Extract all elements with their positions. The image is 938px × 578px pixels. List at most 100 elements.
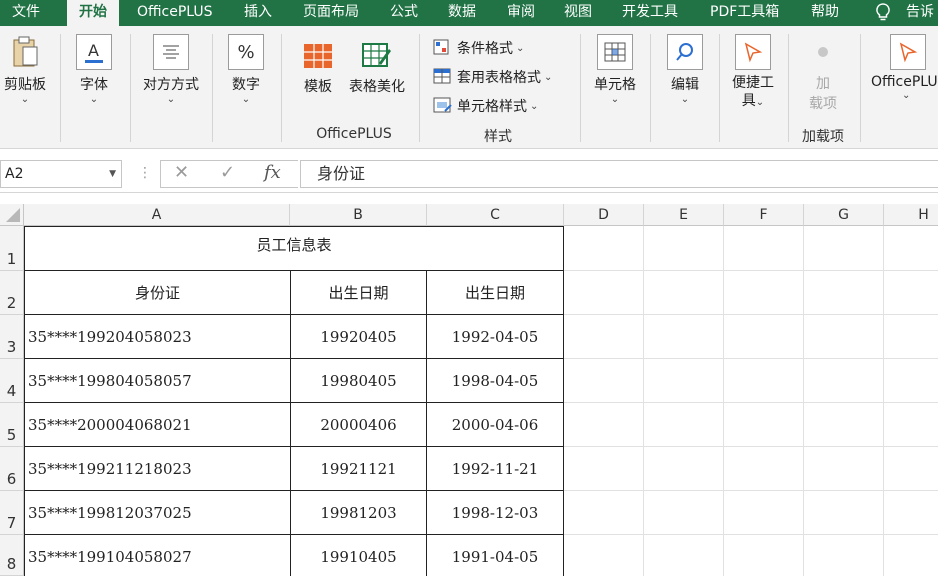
cell-birth-number[interactable]: 19980405 [291, 359, 426, 402]
chevron-down-icon: ⌄ [755, 97, 765, 108]
table-title[interactable]: 员工信息表 [25, 227, 563, 270]
tab-data[interactable]: 数据 [448, 0, 476, 26]
header-birth-date-formatted[interactable]: 出生日期 [427, 271, 563, 314]
cell-birth-date[interactable]: 1998-04-05 [427, 359, 563, 402]
tab-page-layout[interactable]: 页面布局 [303, 0, 359, 26]
header-id-card[interactable]: 身份证 [25, 271, 290, 314]
row-header-8[interactable]: 8 [0, 535, 24, 576]
name-box[interactable]: A2 ▼ [0, 160, 122, 188]
row-header-4[interactable]: 4 [0, 359, 24, 403]
format-as-table-icon [433, 68, 453, 86]
format-as-table-button[interactable]: 套用表格格式 ⌄ [433, 67, 552, 87]
table-border [563, 226, 564, 576]
header-birth-date[interactable]: 出生日期 [291, 271, 426, 314]
group-separator [212, 34, 213, 142]
column-header-a[interactable]: A [24, 204, 290, 226]
tab-review[interactable]: 审阅 [507, 0, 535, 26]
quick-tools-label-line2: 具 [741, 93, 756, 109]
insert-function-icon[interactable]: fx [264, 162, 281, 183]
table-beautify-label: 表格美化 [349, 79, 405, 95]
alignment-button[interactable]: 对方方式 ⌄ [138, 34, 204, 105]
chevron-down-icon: ⌄ [902, 90, 911, 101]
cell-id[interactable]: 35****200004068021 [28, 403, 290, 446]
cell-id[interactable]: 35****199804058057 [28, 359, 290, 402]
tab-help[interactable]: 帮助 [811, 0, 839, 26]
row-header-5[interactable]: 5 [0, 403, 24, 447]
formula-input[interactable]: 身份证 [300, 160, 938, 188]
column-header-b[interactable]: B [290, 204, 427, 226]
more-options-icon[interactable]: ⋮ [138, 165, 152, 181]
cell-birth-number[interactable]: 19981203 [291, 491, 426, 534]
officeplus-addin-button[interactable]: OfficePLU ⌄ [866, 34, 938, 101]
quick-tools-icon [735, 34, 771, 70]
tab-officeplus[interactable]: OfficePLUS [137, 0, 213, 26]
column-header-h[interactable]: H [884, 204, 938, 226]
cells-button[interactable]: 单元格 ⌄ [590, 34, 640, 105]
tab-formulas[interactable]: 公式 [390, 0, 418, 26]
cell-birth-number[interactable]: 20000406 [291, 403, 426, 446]
cell-id[interactable]: 35****199104058027 [28, 535, 290, 578]
lightbulb-icon[interactable] [874, 2, 892, 26]
chevron-down-icon: ⌄ [20, 94, 30, 105]
cell-id[interactable]: 35****199812037025 [28, 491, 290, 534]
group-separator [580, 34, 581, 142]
row-header-2[interactable]: 2 [0, 271, 24, 315]
cell-id[interactable]: 35****199211218023 [28, 447, 290, 490]
column-header-g[interactable]: G [804, 204, 884, 226]
addin-label: 加 [816, 76, 830, 92]
officeplus-icon [890, 34, 926, 70]
cell-styles-button[interactable]: 单元格样式 ⌄ [433, 96, 538, 116]
template-icon [301, 40, 335, 72]
gridline [564, 314, 938, 315]
font-button[interactable]: A 字体 ⌄ [70, 34, 118, 105]
chevron-down-icon[interactable]: ▼ [109, 161, 116, 187]
tab-pdf-toolbox[interactable]: PDF工具箱 [710, 0, 779, 26]
table-beautify-icon [360, 40, 394, 72]
cell-birth-date[interactable]: 1992-04-05 [427, 315, 563, 358]
cell-birth-date[interactable]: 1998-12-03 [427, 491, 563, 534]
chevron-down-icon: ⌄ [610, 94, 620, 105]
gridline [723, 226, 724, 576]
cell-id[interactable]: 35****199204058023 [28, 315, 290, 358]
row-header-1[interactable]: 1 [0, 226, 24, 271]
cell-birth-number[interactable]: 19910405 [291, 535, 426, 578]
cell-birth-date[interactable]: 1992-11-21 [427, 447, 563, 490]
tab-file[interactable]: 文件 [12, 0, 40, 26]
cancel-icon[interactable]: ✕ [174, 162, 189, 183]
column-header-f[interactable]: F [724, 204, 804, 226]
group-separator [719, 34, 720, 142]
column-header-d[interactable]: D [564, 204, 644, 226]
chevron-down-icon: ⌄ [166, 94, 176, 105]
conditional-format-button[interactable]: 条件格式 ⌄ [433, 38, 524, 58]
cell-birth-date[interactable]: 1991-04-05 [427, 535, 563, 578]
tab-insert[interactable]: 插入 [244, 0, 272, 26]
table-beautify-button[interactable]: 表格美化 [344, 40, 410, 96]
row-header-7[interactable]: 7 [0, 491, 24, 535]
gridline [564, 402, 938, 403]
tell-me-label[interactable]: 告诉 [906, 0, 934, 26]
clipboard-button[interactable]: 剪贴板 ⌄ [0, 34, 50, 105]
tab-home[interactable]: 开始 [67, 0, 119, 26]
tab-view[interactable]: 视图 [564, 0, 592, 26]
select-all-corner[interactable] [0, 204, 24, 226]
confirm-icon[interactable]: ✓ [220, 162, 235, 183]
column-header-e[interactable]: E [644, 204, 724, 226]
column-header-c[interactable]: C [427, 204, 564, 226]
row-header-3[interactable]: 3 [0, 315, 24, 359]
cell-birth-number[interactable]: 19921121 [291, 447, 426, 490]
tab-developer[interactable]: 开发工具 [622, 0, 678, 26]
cell-birth-number[interactable]: 19920405 [291, 315, 426, 358]
addin-button[interactable]: 加 载项 [798, 34, 848, 114]
gridline [564, 270, 938, 271]
format-as-table-label: 套用表格格式 [457, 70, 541, 86]
gridline [564, 446, 938, 447]
quick-tools-button[interactable]: 便捷工 具⌄ [726, 34, 780, 112]
number-button[interactable]: % 数字 ⌄ [222, 34, 270, 105]
editing-button[interactable]: 编辑 ⌄ [660, 34, 710, 105]
addins-group-label: 加载项 [802, 129, 844, 145]
officeplus-group-label: OfficePLUS [316, 126, 392, 142]
template-button[interactable]: 模板 [298, 40, 338, 96]
row-header-6[interactable]: 6 [0, 447, 24, 491]
addin-label-line2: 载项 [809, 96, 837, 112]
cell-birth-date[interactable]: 2000-04-06 [427, 403, 563, 446]
